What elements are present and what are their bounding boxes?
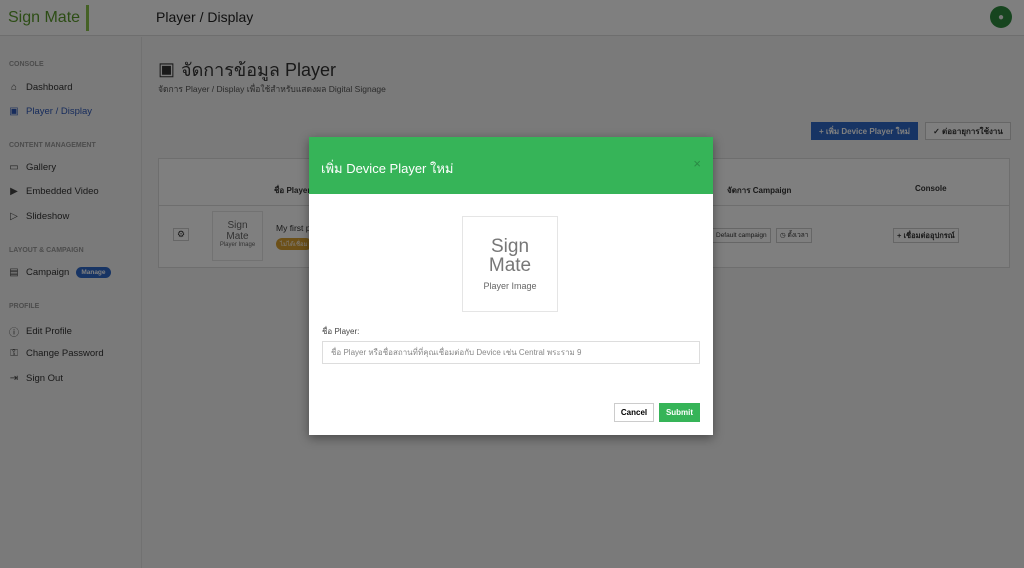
player-image-caption: Player Image — [483, 281, 537, 291]
signmate-logo: SignMate — [488, 236, 532, 276]
player-image[interactable]: Sign Mate Player Image — [462, 216, 558, 312]
submit-button[interactable]: Submit — [659, 403, 700, 422]
player-name-label: ชื่อ Player: — [322, 327, 360, 336]
close-icon[interactable]: × — [693, 156, 701, 171]
player-name-input[interactable] — [322, 341, 700, 364]
modal-header: เพิ่ม Device Player ใหม่ × — [309, 137, 713, 194]
add-player-modal: เพิ่ม Device Player ใหม่ × Sign Mate Play… — [309, 137, 713, 435]
modal-title: เพิ่ม Device Player ใหม่ — [321, 161, 454, 176]
cancel-button[interactable]: Cancel — [614, 403, 654, 422]
